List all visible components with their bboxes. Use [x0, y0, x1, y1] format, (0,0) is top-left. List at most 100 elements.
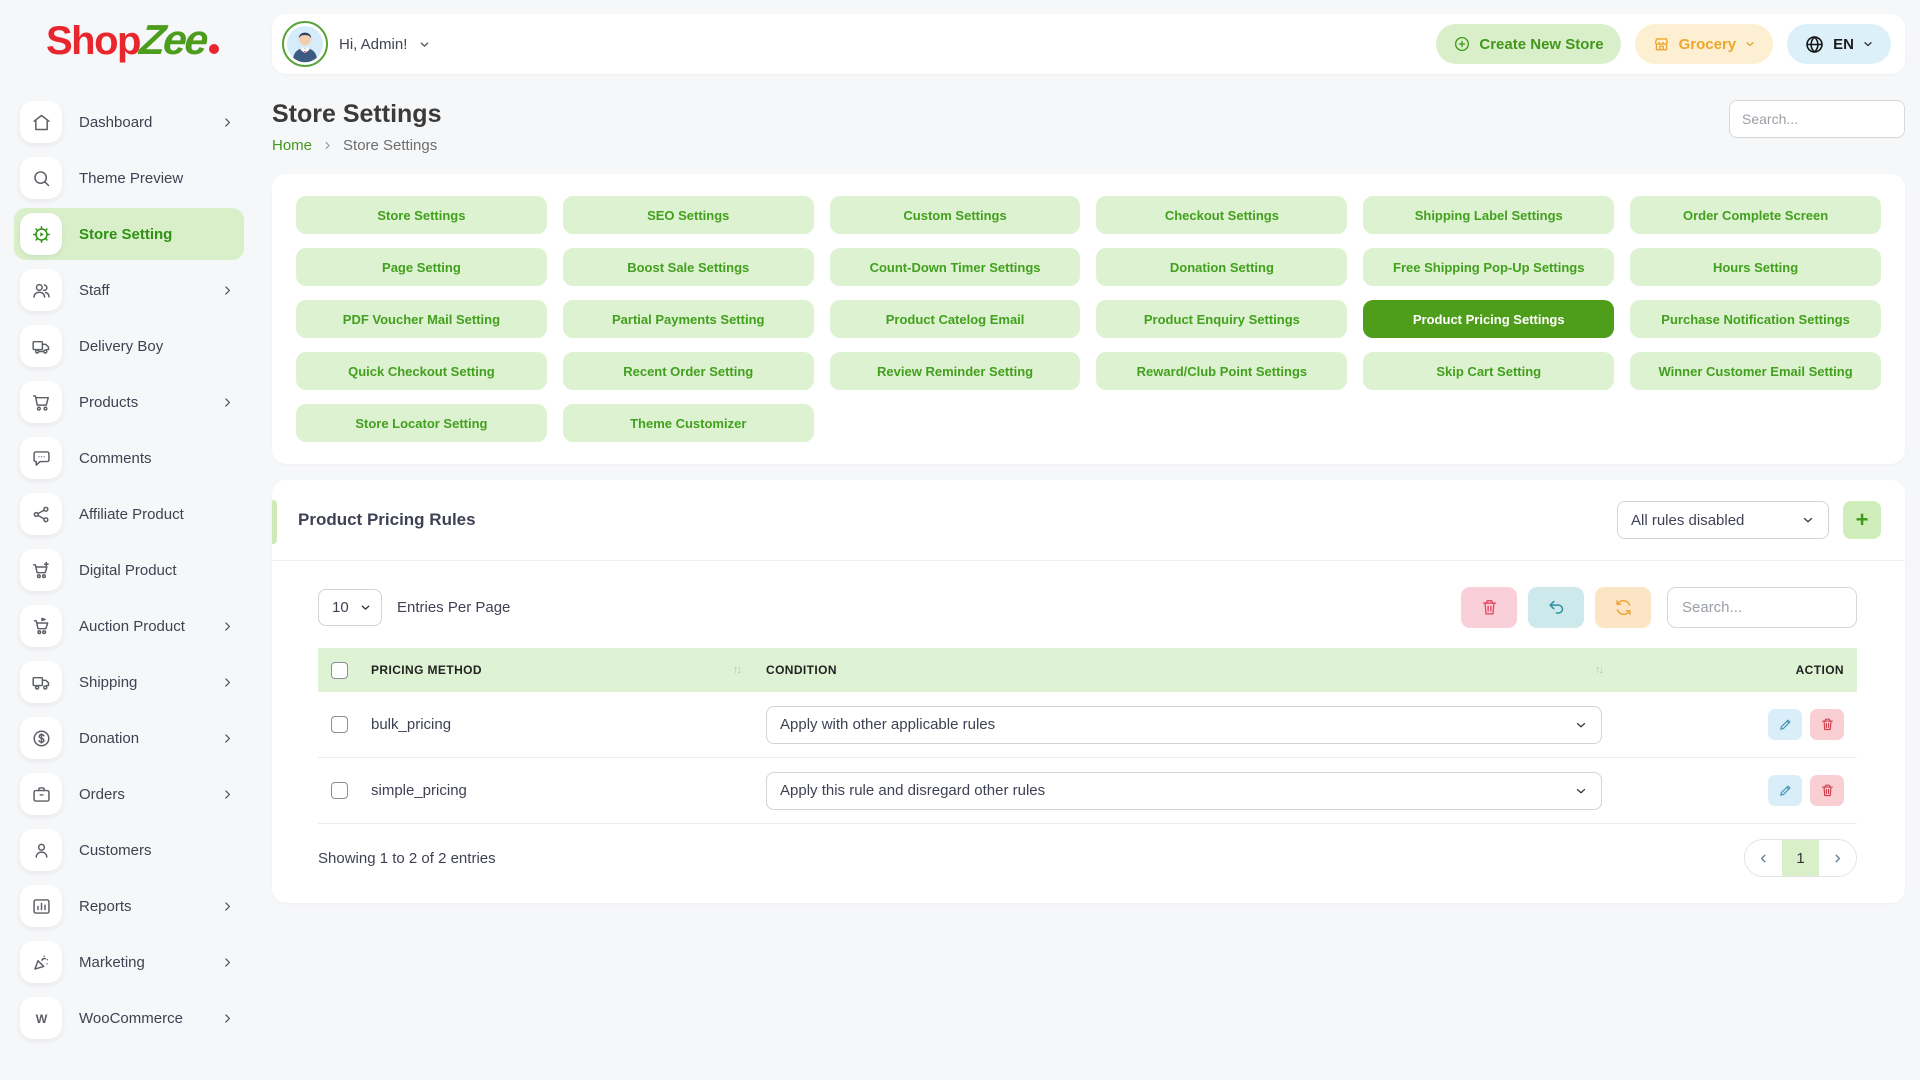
- refresh-icon: [1614, 598, 1633, 617]
- pagination-next-button[interactable]: [1819, 840, 1856, 876]
- edit-rule-button[interactable]: [1768, 775, 1802, 806]
- edit-rule-button[interactable]: [1768, 709, 1802, 740]
- table-row: bulk_pricing Apply with other applicable…: [318, 692, 1857, 758]
- chevron-down-icon: [1801, 513, 1815, 527]
- rules-status-select[interactable]: All rules disabled: [1617, 501, 1829, 539]
- sidebar-item-dashboard[interactable]: Dashboard: [14, 96, 244, 148]
- dashboard-icon: [20, 101, 62, 143]
- sidebar-item-woocommerce[interactable]: W WooCommerce: [14, 992, 244, 1044]
- topbar: ShopZee Hi, Admin! Create New Store Groc…: [0, 0, 1920, 88]
- condition-select[interactable]: Apply this rule and disregard other rule…: [766, 772, 1602, 810]
- settings-nav-page-setting[interactable]: Page Setting: [296, 248, 547, 286]
- user-menu[interactable]: Hi, Admin!: [282, 21, 431, 67]
- settings-nav-hours-setting[interactable]: Hours Setting: [1630, 248, 1881, 286]
- logo-dot: [209, 44, 219, 54]
- main-content: Store Settings Home Store Settings Store…: [258, 88, 1920, 1048]
- sidebar-item-affiliate-product[interactable]: Affiliate Product: [14, 488, 244, 540]
- settings-nav-theme-customizer[interactable]: Theme Customizer: [563, 404, 814, 442]
- settings-nav-recent-order-setting[interactable]: Recent Order Setting: [563, 352, 814, 390]
- breadcrumb-home-link[interactable]: Home: [272, 137, 312, 154]
- delete-rule-button[interactable]: [1810, 709, 1844, 740]
- chevron-down-icon: [418, 38, 431, 51]
- settings-nav-pdf-voucher-mail-setting[interactable]: PDF Voucher Mail Setting: [296, 300, 547, 338]
- sidebar-item-orders[interactable]: Orders: [14, 768, 244, 820]
- chevron-down-icon: [1744, 38, 1756, 50]
- sidebar-item-products[interactable]: Products: [14, 376, 244, 428]
- settings-nav-purchase-notification-settings[interactable]: Purchase Notification Settings: [1630, 300, 1881, 338]
- settings-nav-winner-customer-email-setting[interactable]: Winner Customer Email Setting: [1630, 352, 1881, 390]
- settings-nav-product-enquiry-settings[interactable]: Product Enquiry Settings: [1096, 300, 1347, 338]
- sidebar-item-store-setting[interactable]: Store Setting: [14, 208, 244, 260]
- settings-nav-seo-settings[interactable]: SEO Settings: [563, 196, 814, 234]
- sidebar-item-shipping[interactable]: Shipping: [14, 656, 244, 708]
- sidebar-item-donation[interactable]: Donation: [14, 712, 244, 764]
- create-new-store-button[interactable]: Create New Store: [1436, 24, 1620, 64]
- woocommerce-icon: W: [20, 997, 62, 1039]
- settings-nav-store-settings[interactable]: Store Settings: [296, 196, 547, 234]
- sidebar-item-digital-product[interactable]: Digital Product: [14, 544, 244, 596]
- settings-nav-review-reminder-setting[interactable]: Review Reminder Setting: [830, 352, 1081, 390]
- entries-per-page-value: 10: [332, 599, 349, 616]
- sort-icon[interactable]: ↑↓: [1595, 664, 1602, 676]
- chevron-right-icon: [322, 140, 333, 151]
- sidebar-item-delivery-boy[interactable]: Delivery Boy: [14, 320, 244, 372]
- sidebar-item-comments[interactable]: Comments: [14, 432, 244, 484]
- settings-nav-boost-sale-settings[interactable]: Boost Sale Settings: [563, 248, 814, 286]
- pencil-icon: [1778, 717, 1793, 732]
- chevron-right-icon: [221, 284, 234, 297]
- settings-nav-donation-setting[interactable]: Donation Setting: [1096, 248, 1347, 286]
- sidebar-item-customers[interactable]: Customers: [14, 824, 244, 876]
- refresh-button[interactable]: [1595, 587, 1651, 628]
- sidebar-item-auction-product[interactable]: Auction Product: [14, 600, 244, 652]
- pricing-rules-card: Product Pricing Rules All rules disabled…: [272, 480, 1905, 903]
- table-search-input[interactable]: [1667, 587, 1857, 628]
- settings-nav-store-locator-setting[interactable]: Store Locator Setting: [296, 404, 547, 442]
- settings-nav-partial-payments-setting[interactable]: Partial Payments Setting: [563, 300, 814, 338]
- delete-rule-button[interactable]: [1810, 775, 1844, 806]
- avatar: [282, 21, 328, 67]
- undo-button[interactable]: [1528, 587, 1584, 628]
- shopzee-logo[interactable]: ShopZee: [0, 0, 258, 64]
- settings-nav-checkout-settings[interactable]: Checkout Settings: [1096, 196, 1347, 234]
- settings-nav-count-down-timer-settings[interactable]: Count-Down Timer Settings: [830, 248, 1081, 286]
- showing-entries-text: Showing 1 to 2 of 2 entries: [318, 850, 496, 867]
- pagination-prev-button[interactable]: [1745, 840, 1782, 876]
- settings-nav-skip-cart-setting[interactable]: Skip Cart Setting: [1363, 352, 1614, 390]
- settings-nav-product-pricing-settings[interactable]: Product Pricing Settings: [1363, 300, 1614, 338]
- sidebar-menu: Dashboard Theme Preview Store Setting St…: [0, 88, 258, 1048]
- plus-circle-icon: [1453, 35, 1471, 53]
- card-accent-bar: [272, 500, 277, 544]
- sidebar-item-reports[interactable]: Reports: [14, 880, 244, 932]
- sidebar-item-theme-preview[interactable]: Theme Preview: [14, 152, 244, 204]
- breadcrumb-current: Store Settings: [343, 137, 437, 154]
- pagination-page-1[interactable]: 1: [1782, 840, 1819, 876]
- logo-zee-text: Zee: [137, 16, 208, 64]
- bulk-delete-button[interactable]: [1461, 587, 1517, 628]
- row-checkbox[interactable]: [331, 782, 348, 799]
- entries-per-page-select[interactable]: 10: [318, 589, 382, 626]
- settings-nav-order-complete-screen[interactable]: Order Complete Screen: [1630, 196, 1881, 234]
- chevron-left-icon: [1757, 852, 1770, 865]
- storefront-icon: [1652, 35, 1671, 54]
- chevron-right-icon: [221, 116, 234, 129]
- sort-icon[interactable]: ↑↓: [733, 664, 740, 676]
- chevron-right-icon: [221, 900, 234, 913]
- settings-nav-reward-club-point-settings[interactable]: Reward/Club Point Settings: [1096, 352, 1347, 390]
- settings-nav-free-shipping-pop-up-settings[interactable]: Free Shipping Pop-Up Settings: [1363, 248, 1614, 286]
- rules-status-value: All rules disabled: [1631, 512, 1744, 529]
- breadcrumb: Home Store Settings: [272, 137, 441, 154]
- sidebar-item-staff[interactable]: Staff: [14, 264, 244, 316]
- select-all-checkbox[interactable]: [331, 662, 348, 679]
- row-checkbox[interactable]: [331, 716, 348, 733]
- settings-nav-product-catelog-email[interactable]: Product Catelog Email: [830, 300, 1081, 338]
- add-rule-button[interactable]: +: [1843, 501, 1881, 539]
- sidebar-item-marketing[interactable]: Marketing: [14, 936, 244, 988]
- store-selector-button[interactable]: Grocery: [1635, 24, 1774, 64]
- language-selector-button[interactable]: EN: [1787, 24, 1891, 64]
- entries-per-page-label: Entries Per Page: [397, 599, 510, 616]
- settings-nav-shipping-label-settings[interactable]: Shipping Label Settings: [1363, 196, 1614, 234]
- condition-select[interactable]: Apply with other applicable rules: [766, 706, 1602, 744]
- settings-nav-quick-checkout-setting[interactable]: Quick Checkout Setting: [296, 352, 547, 390]
- page-search-input[interactable]: [1729, 100, 1905, 138]
- settings-nav-custom-settings[interactable]: Custom Settings: [830, 196, 1081, 234]
